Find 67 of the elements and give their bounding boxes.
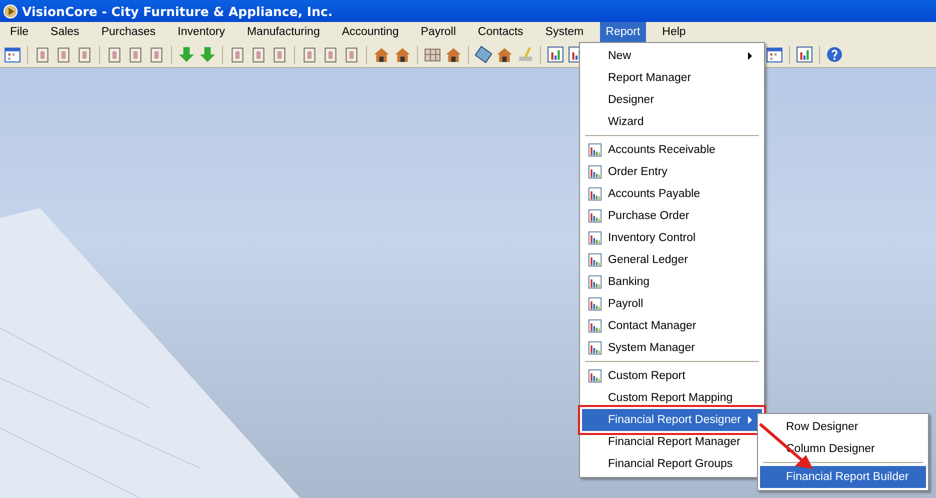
document-icon[interactable]	[55, 46, 72, 63]
menu-item[interactable]: System Manager	[582, 337, 762, 359]
document-icon[interactable]	[322, 46, 339, 63]
chart-icon	[588, 187, 602, 201]
house-icon[interactable]	[445, 46, 462, 63]
chart-icon	[588, 253, 602, 267]
document-icon[interactable]	[250, 46, 267, 63]
house-icon[interactable]	[394, 46, 411, 63]
menu-item[interactable]: Report	[600, 22, 646, 42]
chart-icon[interactable]	[796, 46, 813, 63]
menu-item[interactable]: Purchases	[95, 22, 162, 42]
menu-item[interactable]: Designer	[582, 89, 762, 111]
document-icon[interactable]	[343, 46, 360, 63]
window-title: VisionCore - City Furniture & Appliance, Inc.	[22, 4, 333, 18]
document-icon[interactable]	[127, 46, 144, 63]
menu-item[interactable]: Wizard	[582, 111, 762, 133]
menu-item[interactable]: Payroll	[414, 22, 462, 42]
menu-item[interactable]: System	[539, 22, 590, 42]
menu-item[interactable]: Order Entry	[582, 161, 762, 183]
menu-item[interactable]: Manufacturing	[240, 22, 326, 42]
document-icon[interactable]	[229, 46, 246, 63]
calendar-icon[interactable]	[4, 46, 21, 63]
document-icon[interactable]	[34, 46, 51, 63]
chart-icon	[588, 297, 602, 311]
document-icon[interactable]	[148, 46, 165, 63]
chart-icon	[588, 209, 602, 223]
menu-item[interactable]: Financial Report Builder	[760, 466, 926, 488]
calendar-icon[interactable]	[766, 46, 783, 63]
chart-icon	[588, 231, 602, 245]
menu-item[interactable]: Inventory	[172, 22, 231, 42]
menu-item[interactable]: File	[4, 22, 35, 42]
chart-icon	[588, 319, 602, 333]
menu-item[interactable]: Accounts Payable	[582, 183, 762, 205]
down-arrow-icon[interactable]	[199, 46, 216, 63]
menu-item[interactable]: Help	[656, 22, 692, 42]
menu-item[interactable]: General Ledger	[582, 249, 762, 271]
chart-icon	[588, 275, 602, 289]
menu-item[interactable]: Payroll	[582, 293, 762, 315]
document-icon[interactable]	[76, 46, 93, 63]
document-icon[interactable]	[301, 46, 318, 63]
document-icon[interactable]	[271, 46, 288, 63]
menu-item[interactable]: Custom Report Mapping	[582, 387, 762, 409]
menu-item[interactable]: Accounts Receivable	[582, 139, 762, 161]
menu-item[interactable]: Contacts	[472, 22, 530, 42]
chart-icon[interactable]	[547, 46, 564, 63]
chart-icon	[588, 165, 602, 179]
document-icon[interactable]	[106, 46, 123, 63]
chart-icon	[588, 369, 602, 383]
menu-item[interactable]: Contact Manager	[582, 315, 762, 337]
menu-item[interactable]: Inventory Control	[582, 227, 762, 249]
down-arrow-icon[interactable]	[178, 46, 195, 63]
menu-item[interactable]: Custom Report	[582, 365, 762, 387]
menu-item[interactable]: Purchase Order	[582, 205, 762, 227]
help-icon[interactable]	[826, 46, 843, 63]
menu-item[interactable]: New	[582, 45, 762, 67]
menu-item[interactable]: Report Manager	[582, 67, 762, 89]
chart-icon	[588, 341, 602, 355]
menu-item[interactable]: Row Designer	[760, 416, 926, 438]
menu-item[interactable]: Banking	[582, 271, 762, 293]
app-logo-icon	[3, 4, 18, 18]
grid-icon[interactable]	[424, 46, 441, 63]
chart-icon	[588, 143, 602, 157]
menu-item[interactable]: Accounting	[336, 22, 405, 42]
house-icon[interactable]	[496, 46, 513, 63]
house-icon[interactable]	[373, 46, 390, 63]
menu-item[interactable]: Financial Report Designer	[582, 409, 762, 431]
menu-item[interactable]: Sales	[44, 22, 86, 42]
